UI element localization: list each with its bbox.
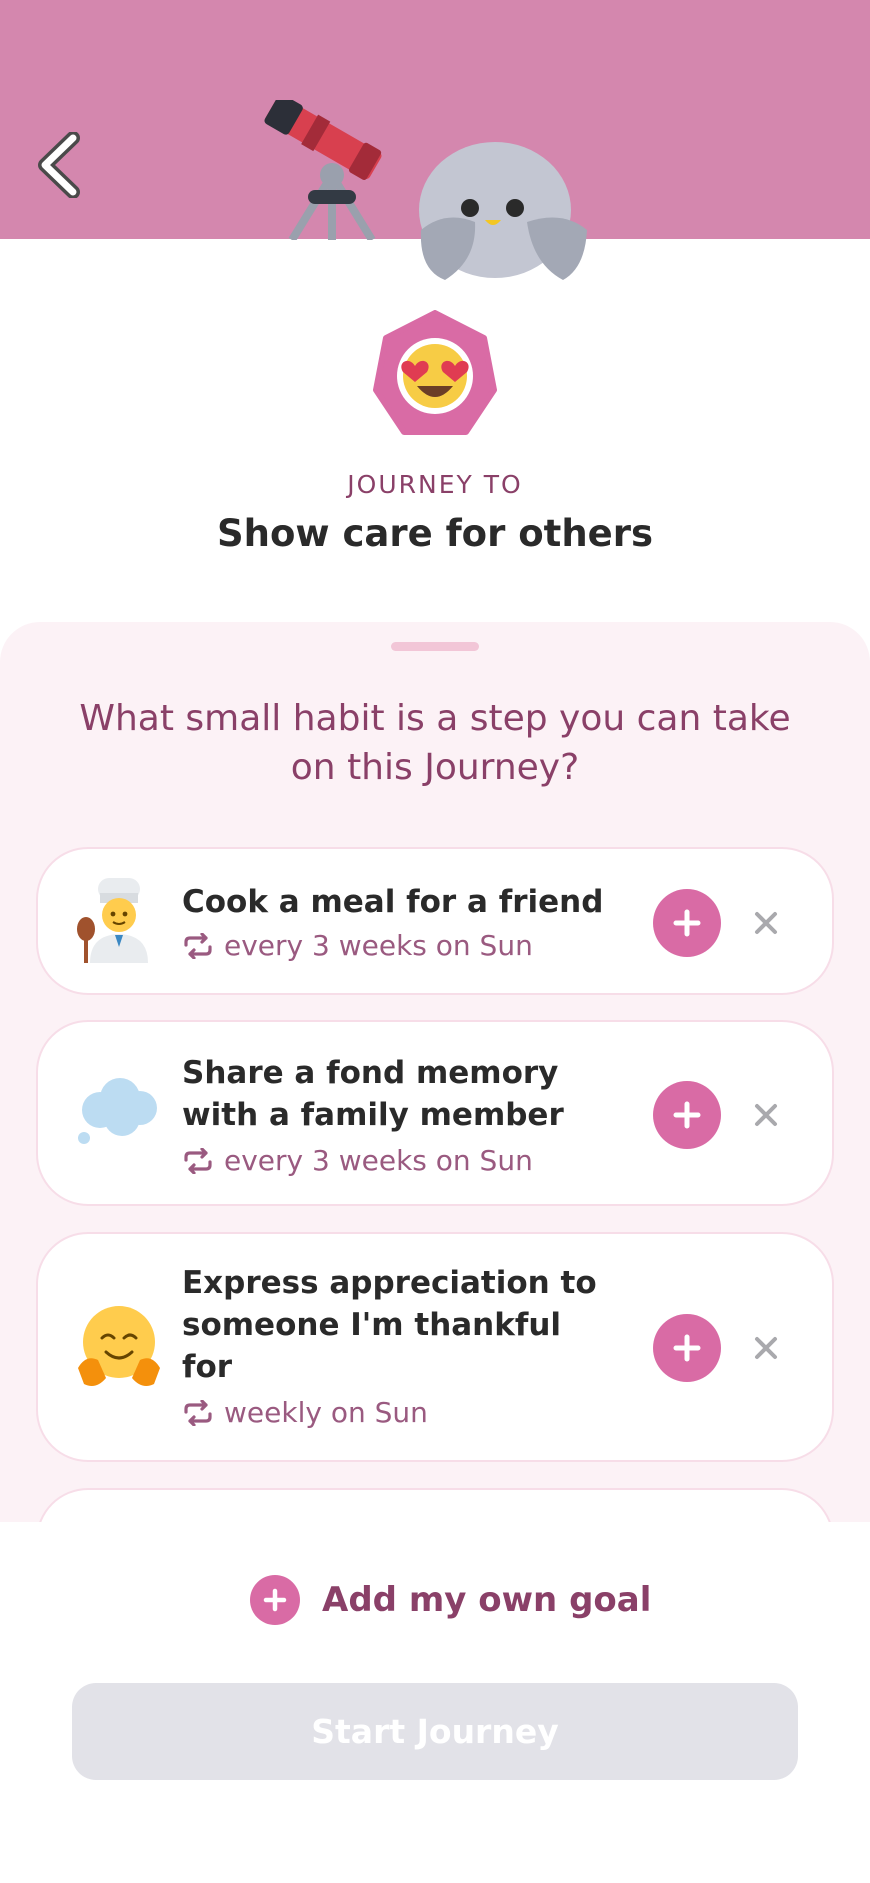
- repeat-icon: [184, 1147, 212, 1174]
- close-icon: [755, 912, 777, 934]
- remove-habit-button[interactable]: [746, 903, 786, 943]
- plus-icon: [673, 1334, 701, 1362]
- repeat-icon: [184, 1399, 212, 1426]
- sheet-drag-handle[interactable]: [391, 642, 479, 651]
- habit-title: Cook a meal for a friend: [182, 884, 604, 920]
- journey-title: Show care for others: [216, 512, 654, 555]
- hugging-face-emoji: [78, 1306, 160, 1386]
- remove-habit-button[interactable]: [746, 1328, 786, 1368]
- heart-eyes-emoji: [373, 310, 497, 435]
- repeat-icon: [184, 932, 212, 959]
- journey-label: JOURNEY TO: [347, 470, 523, 499]
- sheet-question: What small habit is a step you can take …: [79, 698, 791, 788]
- habit-frequency: every 3 weeks on Sun: [182, 1144, 533, 1177]
- telescope-illustration: [264, 100, 382, 240]
- habit-frequency: every 3 weeks on Sun: [182, 929, 533, 962]
- add-own-goal-label: Add my own goal: [322, 1580, 652, 1620]
- add-habit-button[interactable]: [653, 1314, 721, 1382]
- start-journey-button[interactable]: Start Journey: [72, 1683, 798, 1780]
- habit-frequency: weekly on Sun: [182, 1396, 428, 1429]
- habit-frequency-text: every 3 weeks on Sun: [224, 1144, 533, 1177]
- add-habit-button[interactable]: [653, 1081, 721, 1149]
- habit-frequency-text: every 3 weeks on Sun: [224, 929, 533, 962]
- thought-bubble-emoji: [78, 1078, 157, 1144]
- habit-card[interactable]: Cook a meal for a friend every 3 weeks o…: [36, 847, 834, 995]
- remove-habit-button[interactable]: [746, 1095, 786, 1135]
- habit-title: Share a fond memory with a family member: [182, 1055, 564, 1133]
- chevron-left-icon: [38, 132, 80, 198]
- habit-card[interactable]: Share a fond memory with a family member…: [36, 1020, 834, 1206]
- close-icon: [755, 1337, 777, 1359]
- close-icon: [755, 1104, 777, 1126]
- habit-card[interactable]: Express appreciation to someone I'm than…: [36, 1232, 834, 1462]
- plus-circle-icon: [250, 1575, 300, 1625]
- plus-icon: [673, 909, 701, 937]
- plus-icon: [673, 1101, 701, 1129]
- add-own-goal-button[interactable]: Add my own goal: [250, 1572, 651, 1628]
- add-habit-button[interactable]: [653, 889, 721, 957]
- penguin-mascot-illustration: [419, 142, 587, 280]
- habit-title: Express appreciation to someone I'm than…: [182, 1265, 597, 1385]
- chef-emoji: [77, 878, 148, 963]
- habit-frequency-text: weekly on Sun: [224, 1396, 428, 1429]
- back-button[interactable]: [30, 128, 90, 202]
